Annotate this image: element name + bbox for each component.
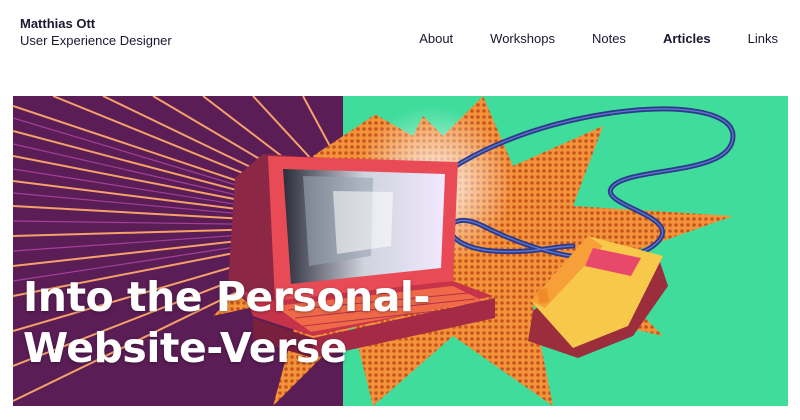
nav-link-about[interactable]: About — [419, 31, 453, 47]
site-name[interactable]: Matthias Ott — [20, 16, 172, 32]
hero-banner: Into the Personal- Website-Verse — [13, 96, 788, 406]
nav-link-notes[interactable]: Notes — [592, 31, 626, 47]
article-title: Into the Personal- Website-Verse — [23, 272, 430, 374]
site-brand[interactable]: Matthias Ott User Experience Designer — [20, 16, 172, 49]
article-title-line-2: Website-Verse — [23, 324, 348, 372]
article-title-line-1: Into the Personal- — [23, 273, 430, 321]
nav-link-workshops[interactable]: Workshops — [490, 31, 555, 47]
site-header: Matthias Ott User Experience Designer Ab… — [0, 0, 800, 90]
nav-link-articles[interactable]: Articles — [663, 31, 711, 47]
nav-link-links[interactable]: Links — [748, 31, 778, 47]
site-role: User Experience Designer — [20, 33, 172, 48]
main-nav: About Workshops Notes Articles Links — [382, 31, 778, 47]
